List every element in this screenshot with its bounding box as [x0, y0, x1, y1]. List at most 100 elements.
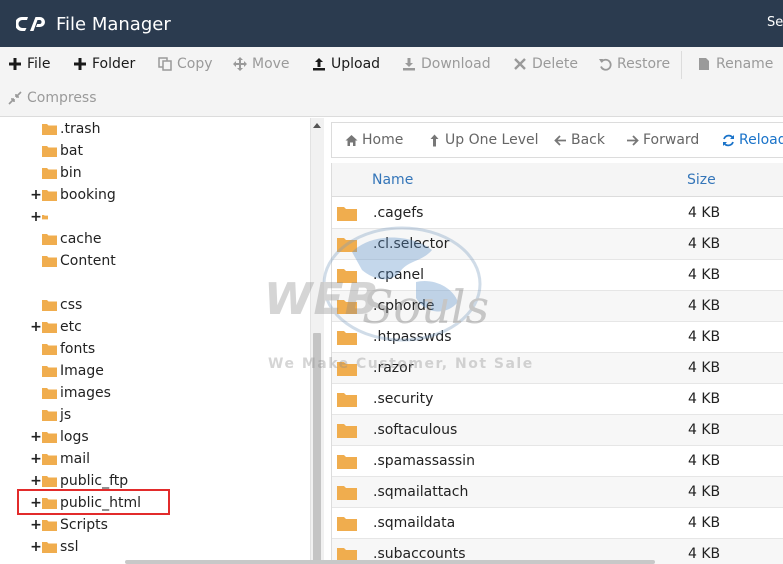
- download-button[interactable]: Download: [402, 53, 491, 75]
- expand-plus-icon[interactable]: +: [30, 451, 42, 467]
- tree-item-label: .trash: [60, 121, 101, 137]
- name-column-header[interactable]: Name: [372, 172, 413, 188]
- new-folder-button[interactable]: Folder: [73, 53, 135, 75]
- file-size: 4 KB: [688, 329, 721, 345]
- tree-item-label: Content: [60, 253, 116, 269]
- tree-scroll-thumb[interactable]: [313, 333, 321, 564]
- file-name: .cagefs: [373, 205, 424, 221]
- tree-item[interactable]: bat: [30, 140, 310, 162]
- plus-icon: [9, 58, 21, 70]
- table-row[interactable]: .sqmailattach 4 KB: [332, 477, 783, 508]
- table-row[interactable]: .sqmaildata 4 KB: [332, 508, 783, 539]
- tree-item[interactable]: images: [30, 382, 310, 404]
- download-icon: [403, 58, 415, 71]
- table-row[interactable]: .cphorde 4 KB: [332, 291, 783, 322]
- expand-plus-icon[interactable]: +: [30, 517, 42, 533]
- move-button[interactable]: Move: [233, 53, 290, 75]
- new-file-button[interactable]: File: [8, 53, 50, 75]
- upload-button[interactable]: Upload: [312, 53, 380, 75]
- folder-icon: [42, 215, 48, 220]
- tree-item[interactable]: Image: [30, 360, 310, 382]
- tree-item-label: fonts: [60, 341, 96, 357]
- table-row[interactable]: .cpanel 4 KB: [332, 260, 783, 291]
- folder-icon: [337, 238, 357, 252]
- file-size: 4 KB: [688, 236, 721, 252]
- tree-item-label: logs: [60, 429, 89, 445]
- cpanel-logo-icon[interactable]: [16, 14, 46, 34]
- compress-button[interactable]: Compress: [8, 87, 97, 109]
- copy-button[interactable]: Copy: [158, 53, 213, 75]
- table-row[interactable]: .htpasswds 4 KB: [332, 322, 783, 353]
- table-row[interactable]: .softaculous 4 KB: [332, 415, 783, 446]
- tree-item[interactable]: + Scripts: [30, 514, 310, 536]
- tree-item-label: Scripts: [60, 517, 108, 533]
- folder-icon: [42, 366, 57, 377]
- tree-item[interactable]: .trash: [30, 118, 310, 140]
- file-size: 4 KB: [688, 422, 721, 438]
- tree-item[interactable]: + ssl: [30, 536, 310, 558]
- tree-item-label: bin: [60, 165, 82, 181]
- directory-nav-bar: Home Up One Level Back Forward Reload: [331, 122, 783, 158]
- tree-item[interactable]: bin: [30, 162, 310, 184]
- toolbar-divider: [681, 51, 682, 79]
- tree-item[interactable]: + mail: [30, 448, 310, 470]
- table-row[interactable]: .cagefs 4 KB: [332, 198, 783, 229]
- back-label: Back: [571, 132, 605, 148]
- tree-item-label: booking: [60, 187, 116, 203]
- folder-icon: [337, 362, 357, 376]
- size-column-header[interactable]: Size: [687, 172, 716, 188]
- tree-item[interactable]: js: [30, 404, 310, 426]
- x-icon: [514, 58, 526, 70]
- up-one-level-button[interactable]: Up One Level: [428, 131, 539, 149]
- folder-icon: [42, 476, 57, 487]
- expand-plus-icon[interactable]: +: [30, 209, 42, 225]
- expand-plus-icon[interactable]: +: [30, 429, 42, 445]
- tree-item[interactable]: fonts: [30, 338, 310, 360]
- tree-item[interactable]: Content: [30, 250, 310, 272]
- folder-icon: [42, 124, 57, 135]
- back-button[interactable]: Back: [554, 131, 605, 149]
- tree-item-label: ssl: [60, 539, 79, 555]
- file-size: 4 KB: [688, 298, 721, 314]
- expand-plus-icon[interactable]: +: [30, 539, 42, 555]
- app-title: File Manager: [56, 14, 171, 35]
- tree-item[interactable]: +: [30, 206, 310, 228]
- tree-item-label: js: [60, 407, 72, 423]
- reload-button[interactable]: Reload: [722, 131, 783, 149]
- tree-item[interactable]: + logs: [30, 426, 310, 448]
- tree-item[interactable]: + booking: [30, 184, 310, 206]
- file-name: .cphorde: [373, 298, 435, 314]
- header-search-label[interactable]: Se: [767, 15, 783, 30]
- forward-button[interactable]: Forward: [626, 131, 699, 149]
- file-name: .security: [373, 391, 434, 407]
- folder-icon: [337, 207, 357, 221]
- home-button[interactable]: Home: [345, 131, 403, 149]
- forward-label: Forward: [643, 132, 700, 148]
- folder-icon: [42, 344, 57, 355]
- scroll-up-arrow-icon[interactable]: [313, 122, 321, 130]
- home-label: Home: [362, 132, 404, 148]
- folder-icon: [42, 454, 57, 465]
- tree-item-label: mail: [60, 451, 90, 467]
- download-label: Download: [421, 56, 491, 72]
- file-size: 4 KB: [688, 484, 721, 500]
- rename-button[interactable]: Rename: [697, 53, 773, 75]
- expand-plus-icon[interactable]: +: [30, 473, 42, 489]
- copy-label: Copy: [177, 56, 213, 72]
- table-row[interactable]: .security 4 KB: [332, 384, 783, 415]
- restore-button[interactable]: Restore: [598, 53, 670, 75]
- expand-plus-icon[interactable]: +: [30, 187, 42, 203]
- table-row[interactable]: .razor 4 KB: [332, 353, 783, 384]
- tree-item[interactable]: + etc: [30, 316, 310, 338]
- expand-plus-icon[interactable]: +: [30, 319, 42, 335]
- new-folder-label: Folder: [92, 56, 136, 72]
- tree-item[interactable]: cache: [30, 228, 310, 250]
- tree-item-label: etc: [60, 319, 82, 335]
- folder-icon: [42, 388, 57, 399]
- table-row[interactable]: .cl.selector 4 KB: [332, 229, 783, 260]
- folder-icon: [42, 300, 57, 311]
- delete-button[interactable]: Delete: [513, 53, 578, 75]
- table-row[interactable]: .spamassassin 4 KB: [332, 446, 783, 477]
- horizontal-scrollbar[interactable]: [125, 560, 655, 564]
- tree-item[interactable]: css: [30, 294, 310, 316]
